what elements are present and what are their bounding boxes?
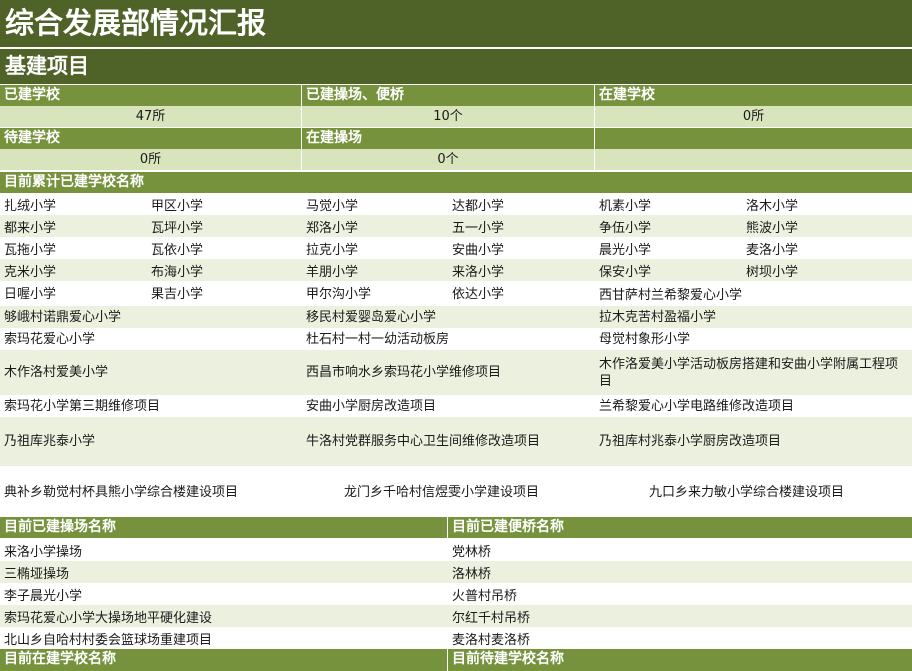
school-cell: 熊波小学 (742, 215, 912, 237)
school-cell: 晨光小学 (595, 237, 742, 259)
school-cell: 拉木克苦村盈福小学 (595, 306, 912, 328)
school-cell: 保安小学 (595, 259, 742, 281)
plain-project-3: 九口乡来力敏小学综合楼建设项目 (649, 485, 845, 500)
school-cell: 拉克小学 (302, 237, 448, 259)
school-cell: 瓦依小学 (147, 237, 302, 259)
field-item: 索玛花爱心小学大操场地平硬化建设 (0, 605, 448, 627)
pending-schools-value: 0所 (0, 149, 302, 170)
school-cell: 乃祖库兆泰小学 (0, 417, 302, 466)
field-item: 李子晨光小学 (0, 583, 448, 605)
school-cell: 洛木小学 (742, 193, 912, 215)
school-cell: 马觉小学 (302, 193, 448, 215)
bridge-item: 洛林桥 (448, 561, 912, 583)
field-item: 三椭垭操场 (0, 561, 448, 583)
school-cell: 达都小学 (448, 193, 595, 215)
school-cell: 布海小学 (147, 259, 302, 281)
school-cell: 够峨村诺鼎爱心小学 (0, 306, 302, 328)
school-cell: 索玛花爱心小学 (0, 328, 302, 350)
bridge-item: 麦洛村麦洛桥 (448, 627, 912, 649)
school-cell: 机素小学 (595, 193, 742, 215)
building-schools-label: 在建学校 (595, 85, 912, 106)
built-schools-value: 47所 (0, 106, 302, 127)
school-cell: 安曲小学厨房改造项目 (302, 395, 595, 417)
school-cell: 西昌市响水乡索玛花小学维修项目 (302, 350, 595, 395)
field-item: 北山乡自哈村村委会篮球场重建项目 (0, 627, 448, 649)
pending-schools-label: 待建学校 (0, 128, 302, 149)
bridges-header: 目前已建便桥名称 (448, 517, 912, 538)
school-cell: 瓦拖小学 (0, 237, 147, 259)
building-schools-header: 目前在建学校名称 (0, 649, 448, 671)
school-cell: 牛洛村党群服务中心卫生间维修改造项目 (302, 417, 595, 466)
school-cell: 树坝小学 (742, 259, 912, 281)
built-fields-value: 10个 (302, 106, 595, 127)
school-cell: 母觉村象形小学 (595, 328, 912, 350)
bridge-item: 尔红千村吊桥 (448, 605, 912, 627)
fields-header: 目前已建操场名称 (0, 517, 448, 538)
school-cell: 移民村爱婴岛爱心小学 (302, 306, 595, 328)
building-schools-value: 0所 (595, 106, 912, 127)
plain-project-1: 典补乡勒觉村杯具熊小学综合楼建设项目 (4, 485, 239, 500)
empty-header-cell (595, 128, 912, 149)
school-cell: 果吉小学 (147, 281, 302, 303)
pending-schools-header: 目前待建学校名称 (448, 649, 912, 671)
school-cell: 羊朋小学 (302, 259, 448, 281)
school-cell: 来洛小学 (448, 259, 595, 281)
school-cell: 依达小学 (448, 281, 595, 303)
school-cell: 扎绒小学 (0, 193, 147, 215)
school-cell: 甲尔沟小学 (302, 281, 448, 303)
school-cell: 乃祖库村兆泰小学厨房改造项目 (595, 417, 912, 466)
school-cell: 克米小学 (0, 259, 147, 281)
built-schools-label: 已建学校 (0, 85, 302, 106)
school-cell: 麦洛小学 (742, 237, 912, 259)
empty-value-cell (595, 149, 912, 170)
school-cell: 西甘萨村兰希黎爱心小学 (595, 281, 912, 305)
school-cell: 木作洛村爱美小学 (0, 350, 302, 395)
field-item: 来洛小学操场 (0, 539, 448, 561)
school-cell: 都来小学 (0, 215, 147, 237)
school-cell: 甲区小学 (147, 193, 302, 215)
plain-project-2: 龙门乡千哈村信煜雯小学建设项目 (344, 485, 540, 500)
school-cell: 索玛花小学第三期维修项目 (0, 395, 302, 417)
building-fields-value: 0个 (302, 149, 595, 170)
building-fields-label: 在建操场 (302, 128, 595, 149)
school-cell: 杜石村一村一幼活动板房 (302, 328, 595, 350)
school-cell: 争伍小学 (595, 215, 742, 237)
school-cell: 兰希黎爱心小学电路维修改造项目 (595, 395, 912, 417)
bridge-item: 党林桥 (448, 539, 912, 561)
section-title: 基建项目 (0, 49, 912, 84)
built-fields-label: 已建操场、便桥 (302, 85, 595, 106)
school-cell: 瓦坪小学 (147, 215, 302, 237)
school-cell: 五一小学 (448, 215, 595, 237)
bridge-item: 火普村吊桥 (448, 583, 912, 605)
school-cell: 日喔小学 (0, 281, 147, 303)
school-cell: 郑洛小学 (302, 215, 448, 237)
report-title: 综合发展部情况汇报 (0, 0, 912, 47)
school-list-header: 目前累计已建学校名称 (0, 172, 912, 193)
school-cell: 安曲小学 (448, 237, 595, 259)
school-cell: 木作洛爱美小学活动板房搭建和安曲小学附属工程项目 (595, 350, 912, 395)
